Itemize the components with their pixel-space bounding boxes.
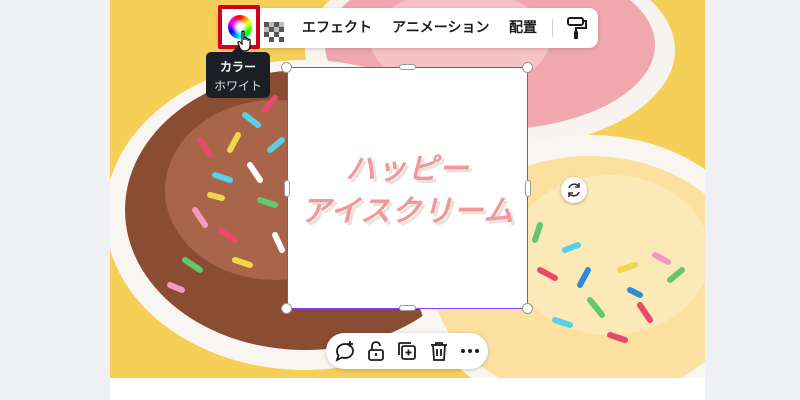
tooltip-title: カラー	[219, 60, 256, 74]
resize-handle-bottom[interactable]	[399, 305, 416, 311]
text-line-2[interactable]: アイスクリーム	[288, 186, 527, 230]
resize-handle-bottom-right[interactable]	[522, 303, 533, 314]
rotate-button[interactable]	[561, 177, 587, 203]
effects-button[interactable]: エフェクト	[302, 8, 372, 48]
design-canvas[interactable]: ハッピー アイスクリーム	[110, 0, 705, 378]
transparency-button[interactable]	[264, 18, 284, 42]
tooltip-value: ホワイト	[213, 79, 262, 93]
text-box[interactable]: ハッピー アイスクリーム	[287, 67, 528, 309]
duplicate-icon[interactable]	[395, 339, 419, 363]
copy-style-button[interactable]	[566, 16, 588, 40]
rotate-icon	[568, 183, 580, 197]
unlock-icon[interactable]	[364, 339, 388, 363]
context-action-bar	[326, 333, 488, 369]
resize-handle-bottom-left[interactable]	[281, 303, 292, 314]
animation-button[interactable]: アニメーション	[392, 8, 489, 48]
resize-handle-right[interactable]	[525, 180, 531, 197]
element-toolbar: エフェクト アニメーション 配置	[218, 8, 598, 48]
resize-handle-top-left[interactable]	[281, 62, 292, 73]
position-button[interactable]: 配置	[509, 8, 537, 48]
transparency-icon	[264, 22, 284, 42]
more-icon[interactable]	[458, 339, 482, 363]
color-tooltip: カラー ホワイト	[206, 46, 270, 98]
paint-roller-icon	[567, 17, 587, 39]
toolbar-divider	[552, 19, 553, 37]
resize-handle-top[interactable]	[399, 64, 416, 70]
canvas-below	[110, 378, 705, 400]
text-line-1[interactable]: ハッピー	[288, 144, 527, 188]
comment-add-icon[interactable]	[333, 339, 357, 363]
resize-handle-top-right[interactable]	[522, 62, 533, 73]
trash-icon[interactable]	[427, 339, 451, 363]
resize-handle-left[interactable]	[284, 180, 290, 197]
